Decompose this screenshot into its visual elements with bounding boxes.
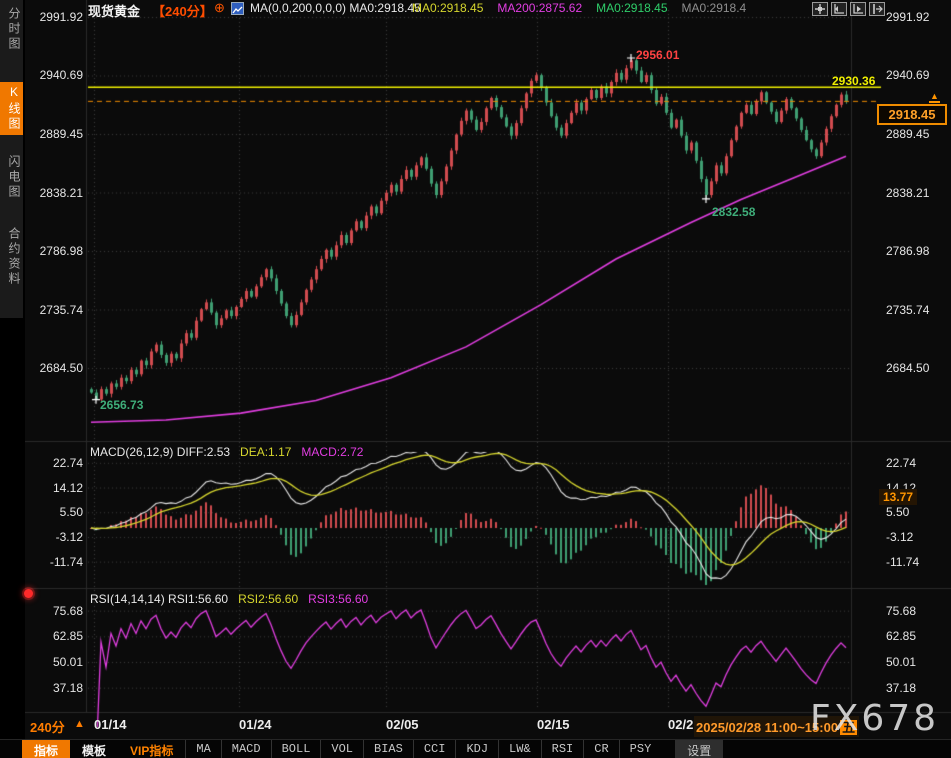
price-tick-right-6: 2684.50 <box>886 361 948 375</box>
rsi3-label: RSI3:56.60 <box>308 592 368 606</box>
toolbar-item-BIAS[interactable]: BIAS <box>363 740 413 758</box>
macd-tick-right-4: -11.74 <box>886 555 948 569</box>
indicator-toolbar: 指标模板VIP指标MAMACDBOLLVOLBIASCCIKDJLW&RSICR… <box>0 739 951 758</box>
toolbar-item-VIP指标[interactable]: VIP指标 <box>118 740 185 758</box>
rsi-tick-left-0: 75.68 <box>26 604 83 618</box>
price-tick-right-0: 2991.92 <box>886 10 948 24</box>
symbol-title: 现货黄金 <box>88 1 140 20</box>
rsi-tick-right-1: 62.85 <box>886 629 948 643</box>
mini-chart-icon[interactable] <box>231 2 244 15</box>
macd-tick-right-0: 22.74 <box>886 456 948 470</box>
toolbar-item-CR[interactable]: CR <box>583 740 618 758</box>
ma-settings-label: MA(0,0,200,0,0,0) MA0:2918.45 <box>250 1 421 15</box>
price-tick-right-1: 2940.69 <box>886 68 948 82</box>
low-price-annotation: 2832.58 <box>712 205 755 219</box>
shift-right-icon[interactable] <box>869 2 885 16</box>
sidebar: 分时图 K线图 闪电图 合约资料 <box>0 0 25 758</box>
ma-value-0: MA0:2918.45 <box>412 1 483 15</box>
macd-header: MACD(26,12,9) DIFF:2.53 DEA:1.17 MACD:2.72 <box>90 445 373 459</box>
sidebar-tab-timeshare[interactable]: 分时图 <box>0 4 23 55</box>
pan-crosshair-icon[interactable] <box>812 2 828 16</box>
macd-tick-right-3: -3.12 <box>886 530 948 544</box>
period-label[interactable]: 【240分】 <box>152 1 213 20</box>
price-marker-icon: ▲ <box>929 91 940 103</box>
rsi-tick-right-3: 37.18 <box>886 681 948 695</box>
toolbar-item-LW&[interactable]: LW& <box>498 740 541 758</box>
toolbar-item-RSI[interactable]: RSI <box>541 740 584 758</box>
rsi1-label: RSI(14,14,14) RSI1:56.60 <box>90 592 228 606</box>
start-low-annotation: 2656.73 <box>100 398 143 412</box>
toolbar-item-设置[interactable]: 设置 <box>675 740 723 758</box>
toolbar-item-KDJ[interactable]: KDJ <box>455 740 498 758</box>
rsi-tick-left-3: 37.18 <box>26 681 83 695</box>
price-tick-left-5: 2735.74 <box>26 303 83 317</box>
macd-tick-left-4: -11.74 <box>26 555 83 569</box>
ma-values: MA0:2918.45 MA200:2875.62 MA0:2918.45 MA0:2… <box>412 1 760 15</box>
macd-diff-label: MACD(26,12,9) DIFF:2.53 <box>90 445 230 459</box>
last-price-box: 2918.45 <box>877 104 947 125</box>
toolbar-item-BOLL[interactable]: BOLL <box>271 740 321 758</box>
scale-right-icon[interactable] <box>850 2 866 16</box>
x-axis-date-4: 02/2 <box>668 717 693 732</box>
macd-current-value: 13.77 <box>879 489 917 505</box>
price-tick-right-2: 2889.45 <box>886 127 948 141</box>
high-price-annotation: 2956.01 <box>636 48 679 62</box>
toolbar-item-CCI[interactable]: CCI <box>413 740 456 758</box>
timeframe-button[interactable]: 240分 <box>30 717 65 736</box>
rsi-tick-left-2: 50.01 <box>26 655 83 669</box>
price-tick-right-5: 2735.74 <box>886 303 948 317</box>
rsi-header: RSI(14,14,14) RSI1:56.60 RSI2:56.60 RSI3:5… <box>90 592 378 606</box>
price-tick-right-3: 2838.21 <box>886 186 948 200</box>
rsi2-label: RSI2:56.60 <box>238 592 298 606</box>
sidebar-tab-lightning[interactable]: 闪电图 <box>0 152 23 203</box>
timeframe-arrow-icon[interactable]: ▲ <box>74 718 85 730</box>
rsi-tick-right-0: 75.68 <box>886 604 948 618</box>
sidebar-tab-kline[interactable]: K线图 <box>0 82 23 135</box>
rsi-tick-right-2: 50.01 <box>886 655 948 669</box>
ma-value-2: MA0:2918.45 <box>596 1 667 15</box>
circle-plus-icon[interactable]: ⊕ <box>214 0 225 16</box>
alert-price-label[interactable]: 2930.36 <box>832 74 875 88</box>
x-axis-date-3: 02/15 <box>537 717 570 732</box>
toolbar-item-PSY[interactable]: PSY <box>619 740 662 758</box>
chart-window-controls <box>812 2 885 16</box>
macd-tick-left-3: -3.12 <box>26 530 83 544</box>
fx678-watermark: FX678 <box>810 698 939 739</box>
ma-value-1: MA200:2875.62 <box>497 1 582 15</box>
x-axis-date-2: 02/05 <box>386 717 419 732</box>
trading-app-window: 分时图 K线图 闪电图 合约资料 现货黄金 【240分】 ⊕ MA(0,0,20… <box>0 0 951 758</box>
chart-canvas[interactable] <box>0 0 951 758</box>
sidebar-tab-contract-info[interactable]: 合约资料 <box>0 224 23 290</box>
price-tick-left-3: 2838.21 <box>26 186 83 200</box>
toolbar-item-指标[interactable]: 指标 <box>22 740 70 758</box>
toolbar-item-MA[interactable]: MA <box>185 740 220 758</box>
macd-dea-label: DEA:1.17 <box>240 445 291 459</box>
toolbar-item-模板[interactable]: 模板 <box>70 740 118 758</box>
macd-tick-left-2: 5.50 <box>26 505 83 519</box>
toolbar-item-VOL[interactable]: VOL <box>320 740 363 758</box>
price-tick-left-6: 2684.50 <box>26 361 83 375</box>
price-tick-left-4: 2786.98 <box>26 244 83 258</box>
timeline-row: 240分 ▲ 01/1401/2402/0502/1502/2 2025/02/… <box>0 713 951 739</box>
rsi-tick-left-1: 62.85 <box>26 629 83 643</box>
toolbar-item-MACD[interactable]: MACD <box>221 740 271 758</box>
macd-tick-left-1: 14.12 <box>26 481 83 495</box>
price-tick-right-4: 2786.98 <box>886 244 948 258</box>
alert-dot-icon[interactable] <box>24 589 33 598</box>
scale-left-icon[interactable] <box>831 2 847 16</box>
price-tick-left-1: 2940.69 <box>26 68 83 82</box>
macd-macd-label: MACD:2.72 <box>301 445 363 459</box>
macd-tick-right-2: 5.50 <box>886 505 948 519</box>
x-axis-date-0: 01/14 <box>94 717 127 732</box>
macd-tick-left-0: 22.74 <box>26 456 83 470</box>
ma-value-3: MA0:2918.4 <box>682 1 747 15</box>
price-tick-left-0: 2991.92 <box>26 10 83 24</box>
price-tick-left-2: 2889.45 <box>26 127 83 141</box>
x-axis-date-1: 01/24 <box>239 717 272 732</box>
